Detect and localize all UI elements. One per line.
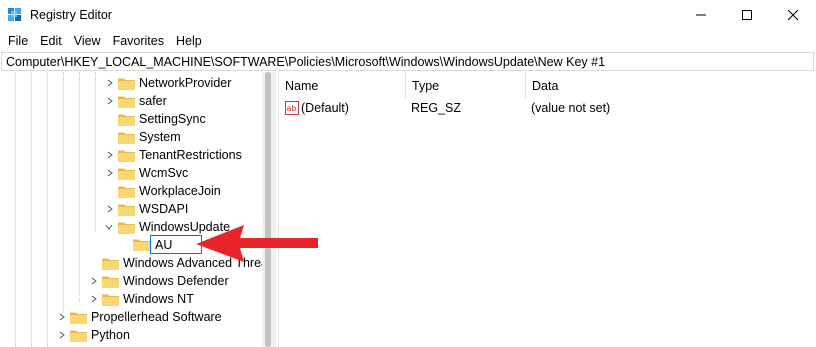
annotation-arrow [196,225,318,262]
red-arrow-icon [196,225,318,262]
